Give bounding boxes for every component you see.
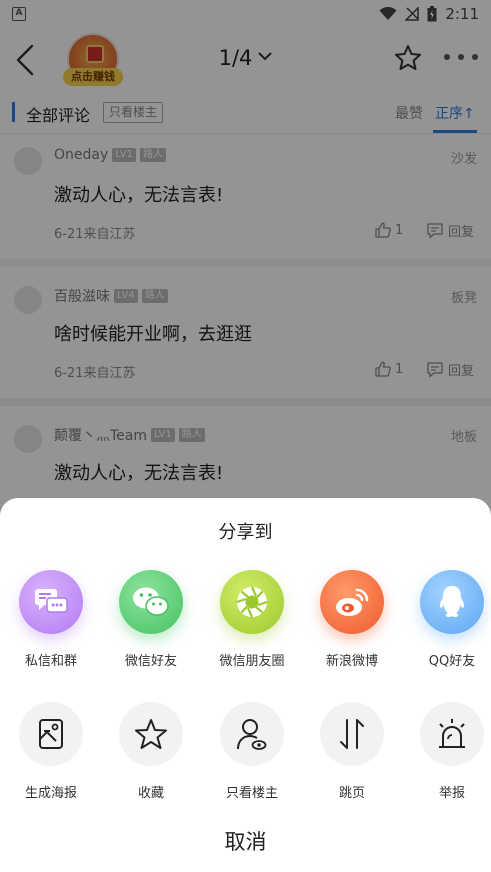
report-icon — [420, 702, 484, 766]
jump-page-icon — [320, 702, 384, 766]
share-weibo[interactable]: 新浪微博 — [307, 570, 397, 669]
moments-icon — [220, 570, 284, 634]
action-label: 收藏 — [137, 786, 164, 801]
report-button[interactable]: 举报 — [407, 702, 491, 801]
share-wechat-moments[interactable]: 微信朋友圈 — [207, 570, 297, 669]
star-icon — [119, 702, 183, 766]
share-label: 微信好友 — [124, 654, 177, 669]
owner-icon — [220, 702, 284, 766]
favorite-button[interactable]: 收藏 — [106, 702, 196, 801]
share-qq[interactable]: QQ好友 — [407, 570, 491, 669]
share-sheet-title: 分享到 — [218, 522, 273, 543]
share-private-message[interactable]: 私信和群 — [6, 570, 96, 669]
action-label: 生成海报 — [24, 786, 77, 801]
message-group-icon — [19, 570, 83, 634]
wechat-icon — [119, 570, 183, 634]
owner-only-button[interactable]: 只看楼主 — [207, 702, 297, 801]
jump-page-button[interactable]: 跳页 — [307, 702, 397, 801]
share-sheet: 分享到 私信和群 微信好友 微信朋友圈 新浪微博 QQ好友 生成海报 收藏 只看… — [0, 498, 491, 872]
generate-poster-button[interactable]: 生成海报 — [6, 702, 96, 801]
share-wechat-friend[interactable]: 微信好友 — [106, 570, 196, 669]
weibo-icon — [320, 570, 384, 634]
share-label: 私信和群 — [24, 654, 77, 669]
qq-icon — [420, 570, 484, 634]
action-label: 举报 — [438, 786, 465, 801]
share-label: 新浪微博 — [325, 654, 378, 669]
share-label: 微信朋友圈 — [219, 654, 285, 669]
action-label: 跳页 — [338, 786, 365, 801]
cancel-button[interactable]: 取消 — [0, 826, 491, 856]
poster-icon — [19, 702, 83, 766]
share-label: QQ好友 — [428, 654, 476, 669]
action-label: 只看楼主 — [225, 786, 278, 801]
